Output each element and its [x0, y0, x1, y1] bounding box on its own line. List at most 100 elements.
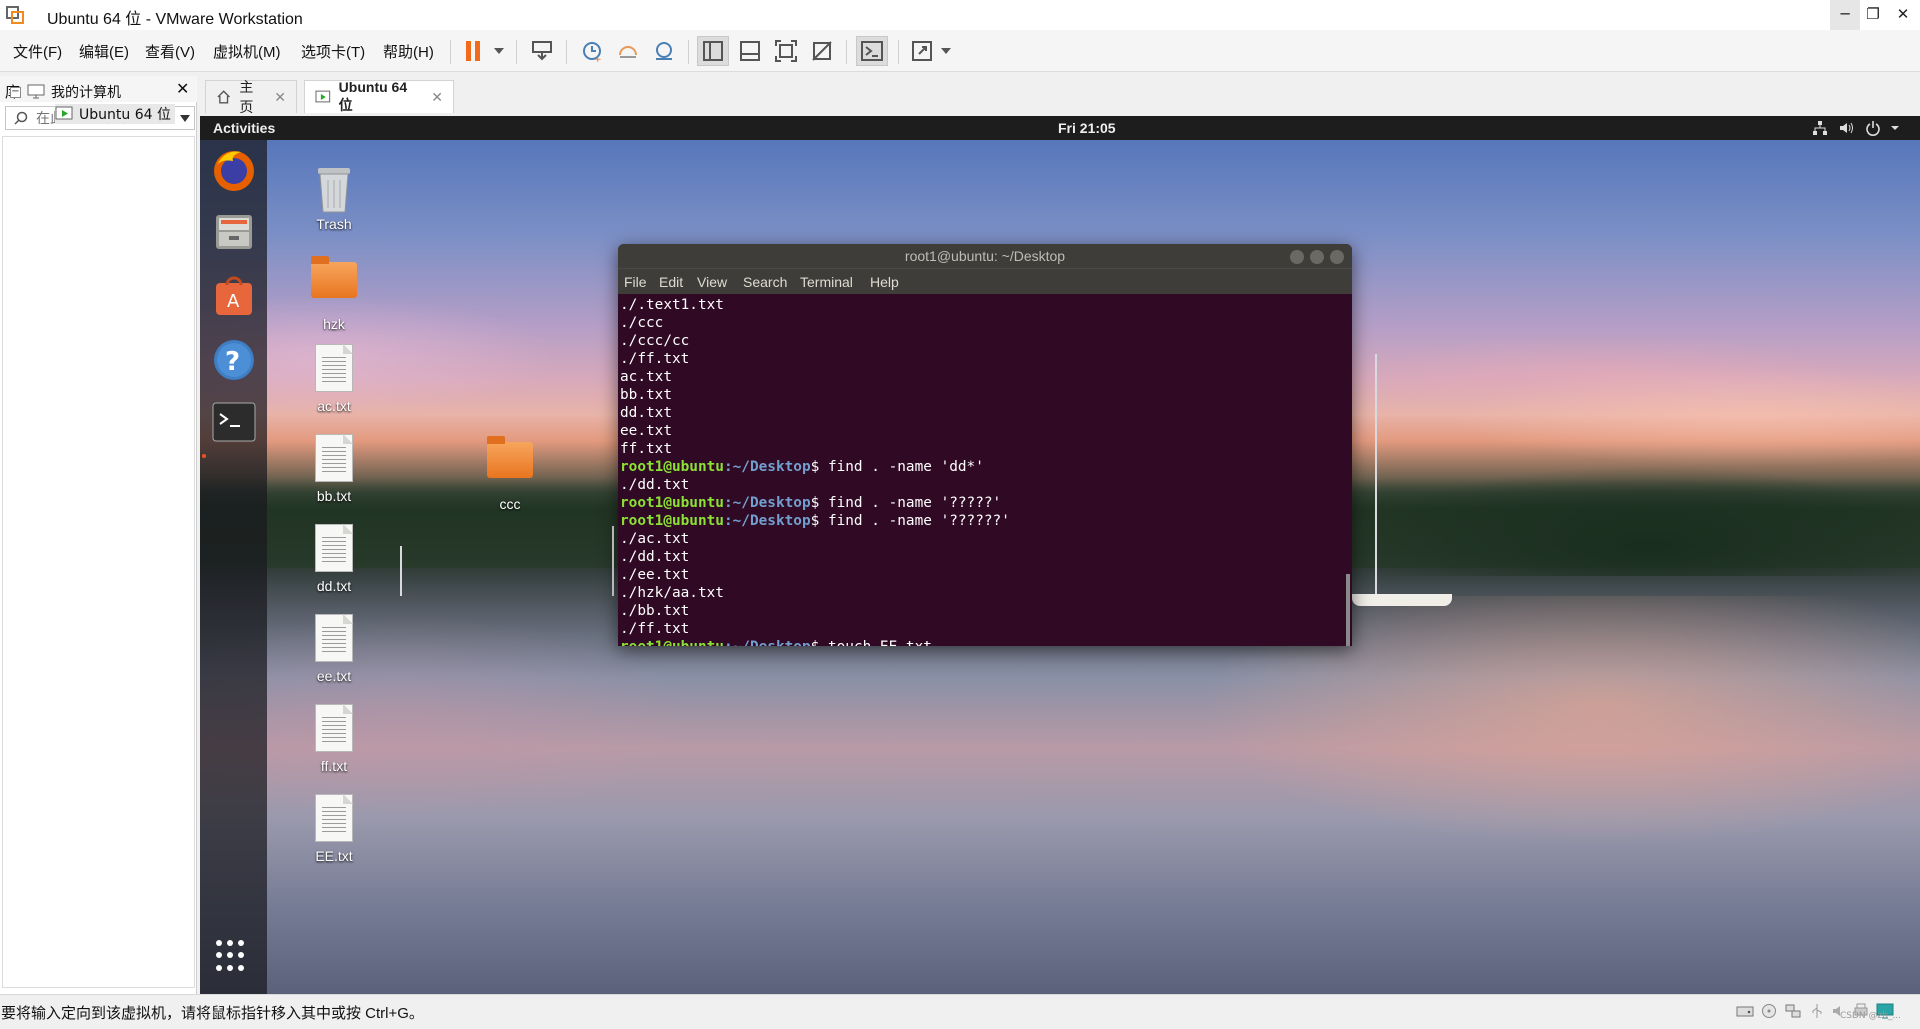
terminal-close-button[interactable]: [1330, 250, 1344, 264]
menu-tabs[interactable]: 选项卡(T): [301, 41, 365, 62]
terminal-menu-edit[interactable]: Edit: [659, 274, 683, 290]
snapshot-manager-button[interactable]: [648, 36, 680, 66]
grid-dot: [227, 940, 233, 946]
text-file-icon: [315, 524, 353, 572]
pause-icon: [466, 41, 480, 61]
network-icon[interactable]: [1812, 120, 1828, 136]
tree-item-ubuntu-vm[interactable]: Ubuntu 64 位: [55, 104, 175, 124]
desktop-icon-bb-txt[interactable]: bb.txt: [289, 432, 379, 504]
show-library-button[interactable]: [697, 36, 729, 66]
firefox-icon: [214, 151, 254, 191]
stretch-button[interactable]: [906, 36, 938, 66]
menu-view[interactable]: 查看(V): [145, 41, 195, 62]
terminal-line: bb.txt: [620, 386, 1350, 404]
hard-disk-icon[interactable]: [1736, 1003, 1754, 1019]
restore-button[interactable]: ❐: [1858, 0, 1888, 30]
desktop-icon-label: Trash: [316, 216, 352, 232]
output-text: ./hzk/aa.txt: [620, 585, 724, 601]
library-close-button[interactable]: ✕: [176, 79, 189, 98]
stretch-dropdown-icon[interactable]: [941, 48, 951, 54]
desktop-icon-ff-txt[interactable]: ff.txt: [289, 702, 379, 774]
tree-expander[interactable]: −: [10, 86, 21, 98]
usb-icon[interactable]: [1808, 1003, 1826, 1019]
desktop-icon-hzk[interactable]: hzk: [289, 252, 379, 332]
terminal-menu-view[interactable]: View: [697, 274, 727, 290]
tab-close-button[interactable]: ✕: [431, 89, 443, 106]
console-view-button[interactable]: [856, 36, 888, 66]
grid-dot: [216, 964, 222, 971]
terminal-maximize-button[interactable]: [1310, 250, 1324, 264]
terminal-line: ./ccc/cc: [620, 332, 1350, 350]
take-snapshot-button[interactable]: +: [576, 36, 608, 66]
search-dropdown-icon[interactable]: [180, 115, 190, 122]
desktop-icon-EE-txt[interactable]: EE.txt: [289, 792, 379, 864]
revert-snapshot-button[interactable]: [612, 36, 644, 66]
prompt-sign: $: [810, 513, 828, 529]
terminal-menu-help[interactable]: Help: [870, 274, 899, 290]
terminal-window[interactable]: root1@ubuntu: ~/Desktop File Edit View S…: [618, 244, 1352, 646]
clock[interactable]: Fri 21:05: [1058, 120, 1116, 136]
terminal-line: ./dd.txt: [620, 548, 1350, 566]
vm-running-icon: [55, 106, 73, 120]
terminal-output[interactable]: ./.text1.txt ./ccc ./ccc/cc ./ff.txt ac.txt b…: [620, 296, 1350, 646]
minimize-button[interactable]: ─: [1830, 0, 1860, 30]
software-center-icon: A: [216, 276, 252, 315]
close-button[interactable]: ✕: [1888, 0, 1918, 30]
output-text: ./ccc: [620, 315, 664, 331]
activities-button[interactable]: Activities: [213, 120, 275, 136]
dock-help[interactable]: ?: [210, 336, 258, 384]
terminal-menu-terminal[interactable]: Terminal: [800, 274, 853, 290]
menu-vm[interactable]: 虚拟机(M): [213, 41, 281, 62]
grid-dot: [238, 940, 244, 946]
send-ctrl-alt-del-button[interactable]: [526, 36, 558, 66]
output-text: ./dd.txt: [620, 549, 690, 565]
grid-dot: [238, 964, 244, 971]
output-text: ac.txt: [620, 369, 672, 385]
terminal-menu-file[interactable]: File: [624, 274, 647, 290]
desktop-icon-dd-txt[interactable]: dd.txt: [289, 522, 379, 594]
svg-text:A: A: [227, 291, 240, 312]
pause-dropdown-icon[interactable]: [494, 48, 504, 54]
terminal-title-bar[interactable]: root1@ubuntu: ~/Desktop: [618, 244, 1352, 268]
library-tree: [2, 136, 195, 988]
power-icon[interactable]: [1865, 120, 1881, 136]
thumbnail-bar-button[interactable]: [734, 36, 766, 66]
terminal-minimize-button[interactable]: [1290, 250, 1304, 264]
vm-display[interactable]: Activities Fri 21:05 A ? Trash hzk ac.tx…: [200, 116, 1920, 994]
terminal-line: ./bb.txt: [620, 602, 1350, 620]
terminal-menu-search[interactable]: Search: [743, 274, 787, 290]
tree-item-my-computer[interactable]: − 我的计算机: [10, 82, 121, 102]
menu-file[interactable]: 文件(F): [13, 41, 62, 62]
grid-dot: [227, 952, 233, 959]
dock-terminal[interactable]: [210, 398, 258, 446]
output-text: ee.txt: [620, 423, 672, 439]
status-bar: 要将输入定向到该虚拟机，请将鼠标指针移入其中或按 Ctrl+G。 CSDN @z…: [0, 994, 1920, 1029]
console-icon: [861, 41, 883, 61]
dock-firefox[interactable]: [210, 146, 258, 194]
dock-software[interactable]: A: [210, 272, 258, 320]
pause-button[interactable]: [458, 36, 490, 66]
terminal-line: root1@ubuntu:~/Desktop$ find . -name '??…: [620, 512, 1350, 530]
desktop-icon-trash[interactable]: Trash: [289, 162, 379, 232]
desktop-icon-ccc[interactable]: ccc: [465, 432, 555, 512]
prompt-user: root1@ubuntu: [620, 639, 724, 646]
tab-close-button[interactable]: ✕: [274, 89, 286, 106]
full-screen-button[interactable]: [770, 36, 802, 66]
dock-files[interactable]: [210, 208, 258, 256]
fullscreen-icon: [775, 40, 797, 62]
terminal-scrollbar[interactable]: [1346, 574, 1350, 646]
tab-home[interactable]: 主页 ✕: [205, 79, 297, 115]
volume-icon[interactable]: [1838, 120, 1854, 136]
network-adapter-icon[interactable]: [1784, 1003, 1802, 1019]
tab-ubuntu-vm[interactable]: Ubuntu 64 位 ✕: [304, 79, 454, 113]
system-menu-arrow-icon[interactable]: [1890, 120, 1900, 136]
terminal-line: ff.txt: [620, 440, 1350, 458]
menu-edit[interactable]: 编辑(E): [79, 41, 129, 62]
desktop-icon-ac-txt[interactable]: ac.txt: [289, 342, 379, 414]
output-text: bb.txt: [620, 387, 672, 403]
unity-button[interactable]: [806, 36, 838, 66]
menu-help[interactable]: 帮助(H): [383, 41, 434, 62]
desktop-icon-ee-txt[interactable]: ee.txt: [289, 612, 379, 684]
show-applications-button[interactable]: [216, 940, 248, 972]
cd-dvd-icon[interactable]: [1760, 1003, 1778, 1019]
